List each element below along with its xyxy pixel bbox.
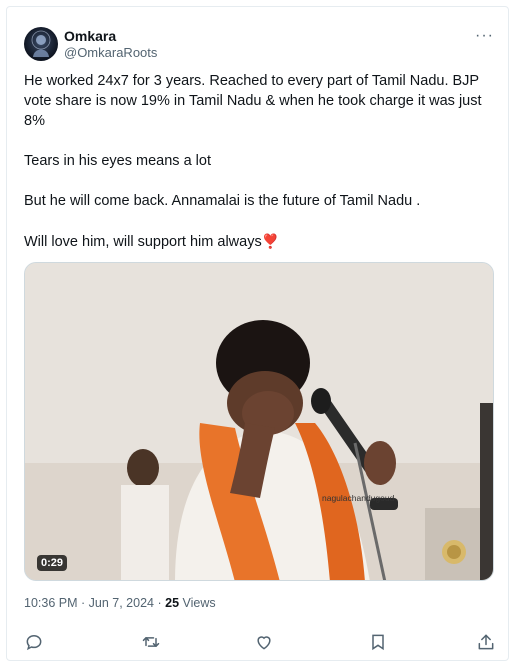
tweet-date[interactable]: Jun 7, 2024 bbox=[89, 596, 154, 610]
tweet-line: Tears in his eyes means a lot bbox=[24, 153, 211, 169]
reply-icon bbox=[26, 634, 42, 651]
author-name[interactable]: Omkara bbox=[64, 28, 116, 44]
tweet-time[interactable]: 10:36 PM bbox=[24, 596, 78, 610]
tweet-text: He worked 24x7 for 3 years. Reached to e… bbox=[24, 71, 494, 272]
retweet-button[interactable] bbox=[141, 632, 163, 654]
like-icon bbox=[257, 636, 271, 650]
share-icon bbox=[478, 634, 494, 650]
bookmark-icon bbox=[372, 634, 384, 651]
tweet-line: But he will come back. Annamalai is the … bbox=[24, 193, 421, 209]
heart-exclamation-emoji: ❣️ bbox=[261, 233, 280, 249]
tweet-card: Omkara @OmkaraRoots ··· He worked 24x7 f… bbox=[6, 6, 509, 661]
tweet-meta: 10:36 PM · Jun 7, 2024 · 25 Views bbox=[24, 596, 216, 610]
avatar[interactable] bbox=[24, 27, 58, 61]
author-handle[interactable]: @OmkaraRoots bbox=[64, 45, 157, 60]
video-duration-badge: 0:29 bbox=[37, 555, 68, 571]
bookmark-button[interactable] bbox=[368, 632, 390, 654]
like-button[interactable] bbox=[254, 632, 276, 654]
meta-separator: · bbox=[81, 596, 86, 610]
tweet-line: He worked 24x7 for 3 years. Reached to e… bbox=[24, 73, 482, 129]
video-player[interactable]: nagulachandugoud 0:29 bbox=[24, 262, 494, 581]
reply-button[interactable] bbox=[24, 632, 46, 654]
more-options-icon[interactable]: ··· bbox=[475, 27, 494, 45]
video-watermark: nagulachandugoud bbox=[322, 493, 395, 503]
retweet-icon bbox=[142, 637, 160, 647]
action-bar bbox=[24, 632, 494, 656]
share-button[interactable] bbox=[476, 632, 498, 654]
views-count: 25 bbox=[165, 596, 180, 610]
views-label: Views bbox=[182, 596, 216, 610]
tweet-line: Will love him, will support him always❣️ bbox=[24, 231, 494, 252]
meta-separator: · bbox=[157, 596, 162, 610]
tweet-line-text: Will love him, will support him always bbox=[24, 234, 262, 250]
